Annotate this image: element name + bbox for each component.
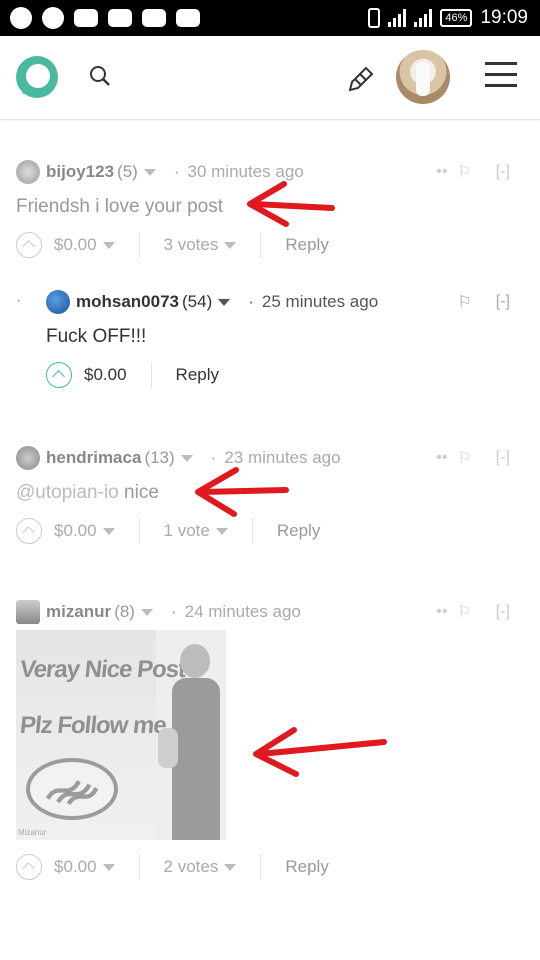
person-figure bbox=[158, 638, 224, 840]
payout-value[interactable]: $0.00 bbox=[54, 857, 97, 877]
reputation: (54) bbox=[182, 292, 213, 311]
red-arrow-annotation bbox=[253, 727, 387, 777]
comment-timestamp[interactable]: 23 minutes ago bbox=[224, 448, 340, 468]
avatar[interactable] bbox=[16, 446, 40, 470]
reply-button[interactable]: Reply bbox=[176, 365, 219, 385]
discord-icon bbox=[142, 9, 166, 27]
votes-count[interactable]: 3 votes bbox=[164, 235, 219, 255]
image-text-line: Veray Nice Post bbox=[18, 656, 187, 683]
collapse-button[interactable]: [-] bbox=[496, 603, 510, 621]
chevron-down-icon[interactable] bbox=[140, 608, 153, 616]
red-arrow-annotation bbox=[247, 181, 335, 227]
status-bar: 46% 19:09 bbox=[0, 0, 540, 36]
payout-value[interactable]: $0.00 bbox=[54, 235, 97, 255]
user-mention-link[interactable]: @utopian-io bbox=[16, 482, 119, 503]
avatar[interactable] bbox=[16, 160, 40, 184]
steem-logo-icon bbox=[26, 758, 118, 820]
discord-icon bbox=[108, 9, 132, 27]
comment-author[interactable]: mohsan0073 bbox=[76, 292, 179, 312]
comment-author[interactable]: hendrimaca bbox=[46, 448, 141, 468]
upvote-icon[interactable] bbox=[16, 518, 42, 544]
search-icon[interactable] bbox=[88, 64, 112, 88]
comment-author[interactable]: mizanur bbox=[46, 602, 111, 622]
upvote-icon[interactable] bbox=[46, 362, 72, 388]
payout-value[interactable]: $0.00 bbox=[54, 521, 97, 541]
reply-button[interactable]: Reply bbox=[285, 235, 328, 255]
comment-reply: · mohsan0073 (54) · 25 minutes ago ⚐ [-]… bbox=[0, 290, 540, 388]
flag-icon[interactable]: ⚐ bbox=[457, 162, 471, 182]
clock: 19:09 bbox=[480, 7, 528, 28]
chevron-down-icon[interactable] bbox=[218, 298, 231, 306]
more-icon[interactable]: •• bbox=[436, 449, 447, 467]
flag-icon[interactable]: ⚐ bbox=[457, 292, 471, 312]
battery-icon: 46% bbox=[440, 9, 473, 27]
chevron-down-icon[interactable] bbox=[180, 454, 193, 462]
discord-icon bbox=[176, 9, 200, 27]
chevron-down-icon[interactable] bbox=[215, 527, 228, 535]
avatar[interactable] bbox=[46, 290, 70, 314]
telegram-icon bbox=[10, 7, 32, 29]
vibrate-icon bbox=[368, 8, 381, 28]
comment-body: nice bbox=[118, 482, 159, 503]
signal-icon bbox=[414, 9, 433, 27]
app-header bbox=[0, 36, 540, 120]
reply-button[interactable]: Reply bbox=[285, 857, 328, 877]
upvote-icon[interactable] bbox=[16, 232, 42, 258]
pencil-icon[interactable] bbox=[346, 64, 376, 94]
chevron-down-icon[interactable] bbox=[102, 241, 115, 249]
flag-icon[interactable]: ⚐ bbox=[457, 602, 471, 622]
steemit-logo-icon[interactable] bbox=[14, 54, 60, 100]
avatar[interactable] bbox=[16, 600, 40, 624]
comment-timestamp[interactable]: 25 minutes ago bbox=[262, 292, 378, 312]
flag-icon[interactable]: ⚐ bbox=[457, 448, 471, 468]
comment-body: Fuck OFF!!! bbox=[46, 326, 147, 347]
collapse-button[interactable]: [-] bbox=[496, 163, 510, 181]
chevron-down-icon[interactable] bbox=[224, 863, 237, 871]
comment-author[interactable]: bijoy123 bbox=[46, 162, 114, 182]
hamburger-menu-icon[interactable] bbox=[485, 62, 517, 92]
votes-count[interactable]: 1 vote bbox=[164, 521, 210, 541]
reputation: (13) bbox=[144, 448, 175, 467]
comment-timestamp[interactable]: 30 minutes ago bbox=[188, 162, 304, 182]
collapse-button[interactable]: [-] bbox=[496, 293, 510, 311]
chevron-down-icon[interactable] bbox=[224, 241, 237, 249]
whatsapp-icon bbox=[42, 7, 64, 29]
reply-button[interactable]: Reply bbox=[277, 521, 320, 541]
chevron-down-icon[interactable] bbox=[143, 168, 156, 176]
reputation: (8) bbox=[114, 602, 135, 621]
chevron-down-icon[interactable] bbox=[102, 527, 115, 535]
collapse-button[interactable]: [-] bbox=[496, 449, 510, 467]
more-icon[interactable]: •• bbox=[436, 603, 447, 621]
payout-value[interactable]: $0.00 bbox=[84, 365, 127, 385]
discord-icon bbox=[74, 9, 98, 27]
upvote-icon[interactable] bbox=[16, 854, 42, 880]
reputation: (5) bbox=[117, 162, 138, 181]
more-icon[interactable]: •• bbox=[436, 163, 447, 181]
red-arrow-annotation bbox=[195, 467, 289, 517]
signal-icon bbox=[388, 9, 407, 27]
comment-timestamp[interactable]: 24 minutes ago bbox=[185, 602, 301, 622]
comment-image[interactable]: Veray Nice Post Plz Follow me Mizanur bbox=[16, 630, 226, 840]
chevron-down-icon[interactable] bbox=[102, 863, 115, 871]
user-avatar[interactable] bbox=[396, 50, 450, 104]
votes-count[interactable]: 2 votes bbox=[164, 857, 219, 877]
image-caption: Mizanur bbox=[18, 828, 47, 837]
image-text-line: Plz Follow me bbox=[18, 712, 168, 739]
